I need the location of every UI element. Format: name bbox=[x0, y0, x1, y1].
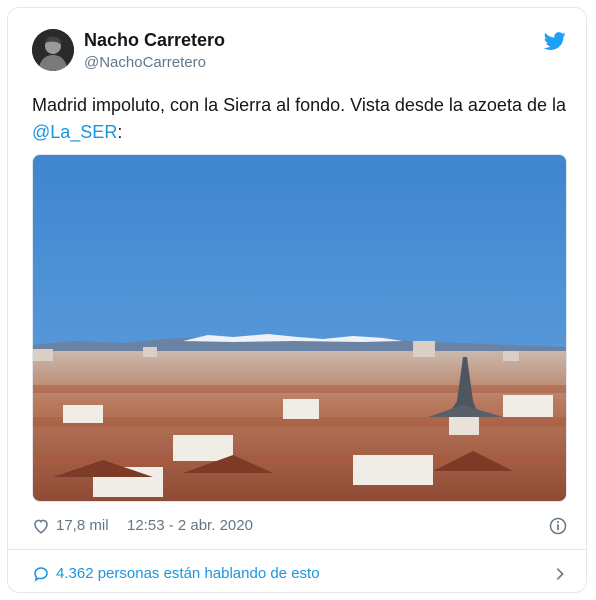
tweet-meta: 17,8 mil 12:53 - 2 abr. 2020 bbox=[32, 516, 568, 538]
madrid-skyline-image bbox=[33, 155, 566, 501]
timestamp[interactable]: 12:53 - 2 abr. 2020 bbox=[127, 517, 253, 534]
conversation-label: 4.362 personas están hablando de esto bbox=[56, 565, 320, 582]
author-name[interactable]: Nacho Carretero bbox=[84, 30, 225, 51]
mention-link[interactable]: @La_SER bbox=[32, 122, 117, 142]
tweet-photo[interactable] bbox=[32, 154, 567, 502]
tweet-card: Nacho Carretero @NachoCarretero Madrid i… bbox=[7, 7, 587, 593]
chevron-right-icon bbox=[556, 568, 564, 580]
divider bbox=[8, 549, 586, 550]
tweet-text-tail: : bbox=[117, 122, 123, 142]
info-icon[interactable] bbox=[548, 516, 568, 536]
avatar-photo bbox=[32, 29, 74, 71]
conversation-link[interactable]: 4.362 personas están hablando de esto bbox=[32, 564, 568, 586]
author-handle[interactable]: @NachoCarretero bbox=[84, 54, 206, 71]
avatar[interactable] bbox=[32, 29, 74, 71]
heart-icon[interactable] bbox=[32, 517, 50, 535]
twitter-bird-icon[interactable] bbox=[544, 30, 566, 52]
tweet-text-body: Madrid impoluto, con la Sierra al fondo.… bbox=[32, 95, 566, 115]
like-count[interactable]: 17,8 mil bbox=[56, 517, 109, 534]
chat-bubble-icon bbox=[34, 567, 48, 582]
tweet-text: Madrid impoluto, con la Sierra al fondo.… bbox=[32, 92, 572, 146]
